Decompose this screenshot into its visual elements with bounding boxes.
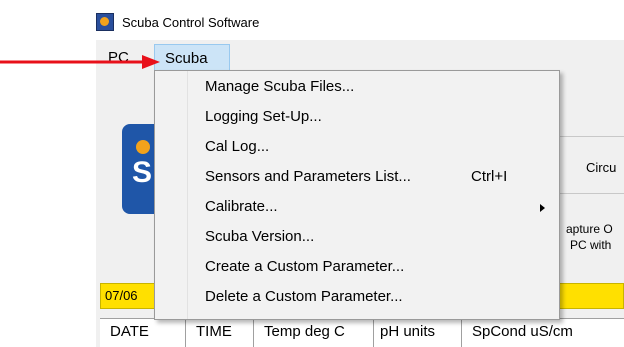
window-title: Scuba Control Software bbox=[122, 14, 260, 30]
menu-bar: PC Scuba bbox=[96, 44, 624, 72]
menu-item-scuba-version[interactable]: Scuba Version... bbox=[155, 225, 559, 251]
submenu-arrow-icon bbox=[540, 204, 545, 212]
data-table-header: DATE TIME Temp deg C pH units SpCond uS/… bbox=[100, 318, 624, 347]
menu-item-delete-custom-parameter[interactable]: Delete a Custom Parameter... bbox=[155, 285, 559, 311]
menu-item-label: Calibrate... bbox=[205, 198, 278, 215]
column-header-temp[interactable]: Temp deg C bbox=[254, 319, 374, 347]
screenshot-stage: Scuba Control Software PC Scuba S Circu … bbox=[0, 0, 624, 347]
red-arrow-annotation bbox=[0, 55, 160, 69]
column-header-date[interactable]: DATE bbox=[100, 319, 186, 347]
scuba-app-icon bbox=[96, 13, 114, 31]
circulation-label: Circu bbox=[586, 160, 617, 175]
menu-scuba[interactable]: Scuba bbox=[154, 44, 230, 72]
capture-label-line1: apture O bbox=[566, 222, 613, 236]
menu-item-label: Sensors and Parameters List... bbox=[205, 168, 411, 185]
logo-letter: S bbox=[132, 156, 153, 189]
column-header-ph[interactable]: pH units bbox=[374, 319, 462, 347]
menu-item-calibrate[interactable]: Calibrate... bbox=[155, 195, 559, 221]
menu-item-sensors-parameters-list[interactable]: Sensors and Parameters List... Ctrl+I bbox=[155, 165, 559, 191]
menu-item-label: Create a Custom Parameter... bbox=[205, 258, 405, 275]
column-header-spcond[interactable]: SpCond uS/cm bbox=[462, 319, 624, 347]
arrow-head bbox=[142, 55, 160, 69]
menu-item-label: Cal Log... bbox=[205, 138, 270, 155]
column-header-time[interactable]: TIME bbox=[186, 319, 254, 347]
menu-item-label: Manage Scuba Files... bbox=[205, 78, 355, 95]
scuba-dropdown-menu: Manage Scuba Files... Logging Set-Up... … bbox=[154, 70, 560, 320]
menu-item-create-custom-parameter[interactable]: Create a Custom Parameter... bbox=[155, 255, 559, 281]
capture-label-line2: PC with bbox=[570, 238, 612, 252]
menu-item-shortcut: Ctrl+I bbox=[471, 168, 508, 185]
menu-item-cal-log[interactable]: Cal Log... bbox=[155, 135, 559, 161]
title-bar: Scuba Control Software bbox=[96, 8, 259, 36]
menu-item-manage-scuba-files[interactable]: Manage Scuba Files... bbox=[155, 75, 559, 101]
logo-dot-icon bbox=[136, 140, 150, 154]
menu-item-label: Scuba Version... bbox=[205, 228, 315, 245]
menu-item-logging-setup[interactable]: Logging Set-Up... bbox=[155, 105, 559, 131]
menu-item-label: Logging Set-Up... bbox=[205, 108, 322, 125]
menu-item-label: Delete a Custom Parameter... bbox=[205, 288, 403, 305]
status-date: 07/06 bbox=[105, 288, 138, 303]
